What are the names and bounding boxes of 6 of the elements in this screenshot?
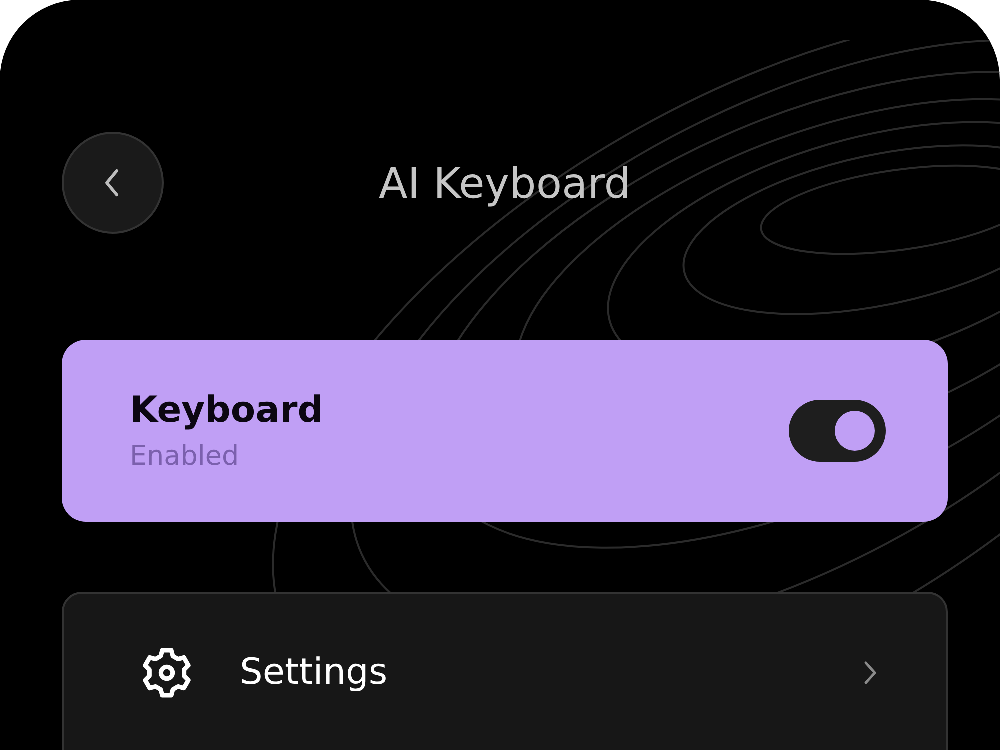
- menu-label: Settings: [240, 651, 389, 695]
- menu-row[interactable]: Settings: [62, 592, 948, 750]
- settings-icon: [140, 646, 194, 700]
- card-status: Enabled: [130, 441, 240, 472]
- card-title: Keyboard: [130, 390, 324, 431]
- screen-title: AI Keyboard: [378, 158, 632, 208]
